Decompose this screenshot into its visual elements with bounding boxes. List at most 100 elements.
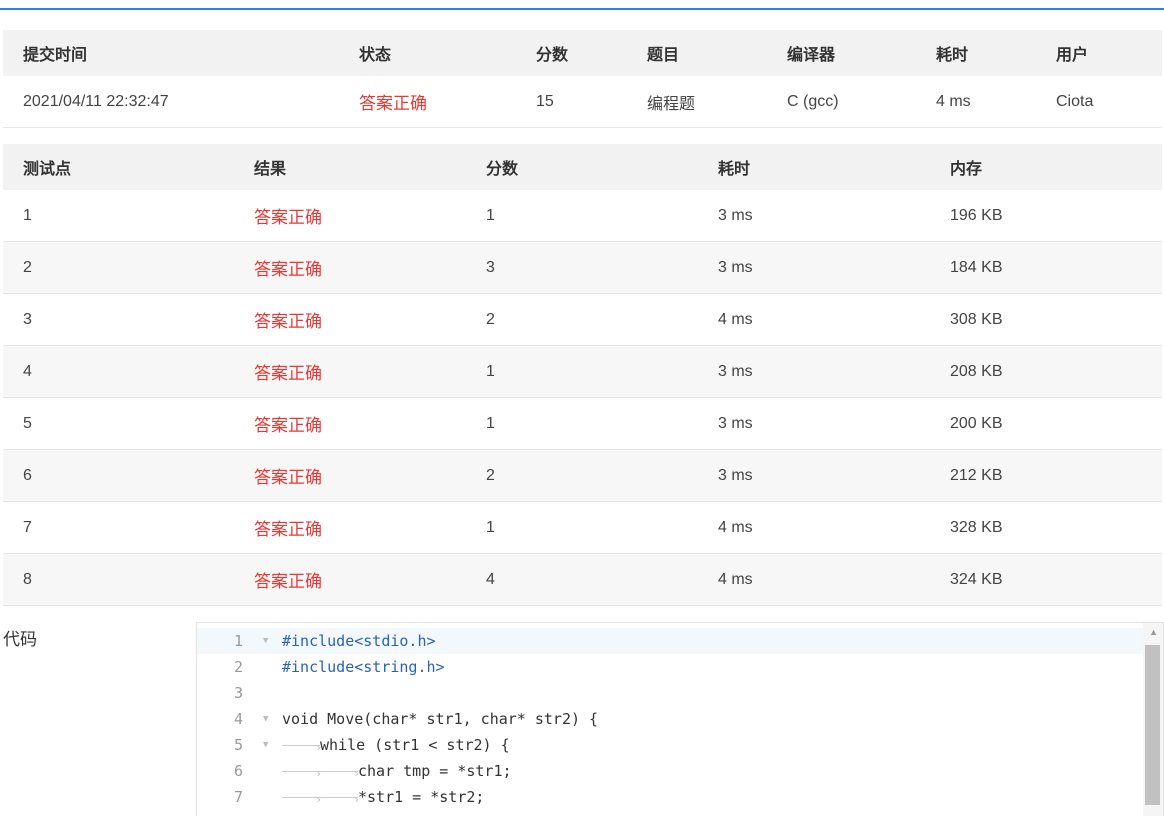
line-number: 4 (233, 710, 243, 728)
case-result: 答案正确 (234, 345, 466, 398)
top-accent-line (0, 8, 1164, 10)
code-line[interactable]: 4 ▼ void Move(char* str1, char* str2) { (197, 706, 1143, 732)
code-line[interactable]: 7 *str1 = *str2; (197, 784, 1143, 813)
case-result: 答案正确 (234, 190, 466, 242)
scrollbar-thumb[interactable] (1145, 645, 1160, 805)
total-score: 15 (516, 76, 627, 128)
case-time: 4 ms (698, 501, 930, 554)
case-time: 3 ms (698, 397, 930, 450)
case-result: 答案正确 (234, 553, 466, 606)
case-id: 3 (3, 293, 234, 346)
case-score: 1 (466, 190, 698, 242)
code-text: void Move(char* str1, char* str2) { (282, 710, 599, 728)
code-editor[interactable]: 1 ▼ #include<stdio.h> 2 #include<string.… (196, 622, 1164, 816)
case-id: 5 (3, 397, 234, 450)
line-number: 1 (233, 632, 243, 650)
case-memory: 308 KB (930, 293, 1162, 346)
indent-guide-icon (282, 735, 322, 761)
case-memory: 212 KB (930, 449, 1162, 502)
case-score: 3 (466, 241, 698, 294)
col-problem: 题目 (627, 30, 767, 76)
case-memory: 200 KB (930, 397, 1162, 450)
code-line[interactable]: 3 (197, 680, 1143, 706)
code-text: char tmp = *str1; (358, 762, 512, 780)
indent-guide-icon (282, 761, 322, 787)
line-number: 7 (233, 788, 243, 806)
fold-arrow-icon[interactable]: ▼ (263, 706, 268, 732)
table-row: 2 答案正确 3 3 ms 184 KB (3, 241, 1162, 294)
col-case-score: 分数 (466, 144, 698, 190)
fold-arrow-icon[interactable]: ▼ (263, 732, 268, 758)
case-id: 4 (3, 345, 234, 398)
submission-row: 2021/04/11 22:32:47 答案正确 15 编程题 C (gcc) … (3, 76, 1162, 128)
case-result: 答案正确 (234, 293, 466, 346)
case-id: 1 (3, 190, 234, 242)
case-result: 答案正确 (234, 501, 466, 554)
total-duration: 4 ms (916, 76, 1036, 128)
case-score: 1 (466, 397, 698, 450)
compiler-name: C (gcc) (767, 76, 916, 128)
col-case-time: 耗时 (698, 144, 930, 190)
indent-guide-icon (282, 787, 322, 813)
case-result: 答案正确 (234, 397, 466, 450)
fold-arrow-icon[interactable]: ▼ (263, 628, 268, 654)
table-row: 1 答案正确 1 3 ms 196 KB (3, 190, 1162, 242)
col-result: 结果 (234, 144, 466, 190)
case-memory: 208 KB (930, 345, 1162, 398)
case-id: 7 (3, 501, 234, 554)
col-compiler: 编译器 (767, 30, 916, 76)
vertical-scrollbar[interactable]: ▲ (1143, 623, 1163, 816)
case-memory: 328 KB (930, 501, 1162, 554)
code-line[interactable]: 5 ▼ while (str1 < str2) { (197, 732, 1143, 761)
code-text: #include<stdio.h> (282, 632, 436, 650)
case-time: 3 ms (698, 345, 930, 398)
problem-link[interactable]: 编程题 (627, 76, 767, 128)
line-number: 2 (233, 658, 243, 676)
case-score: 1 (466, 501, 698, 554)
case-score: 1 (466, 345, 698, 398)
submit-time: 2021/04/11 22:32:47 (3, 76, 339, 128)
code-text: #include<string.h> (282, 658, 445, 676)
table-row: 4 答案正确 1 3 ms 208 KB (3, 345, 1162, 398)
case-memory: 196 KB (930, 190, 1162, 242)
case-result: 答案正确 (234, 241, 466, 294)
line-number: 6 (233, 762, 243, 780)
case-score: 4 (466, 553, 698, 606)
user-link[interactable]: Ciota (1036, 76, 1162, 128)
col-user: 用户 (1036, 30, 1162, 76)
table-row: 6 答案正确 2 3 ms 212 KB (3, 449, 1162, 502)
table-row: 5 答案正确 1 3 ms 200 KB (3, 397, 1162, 450)
line-number: 5 (233, 736, 243, 754)
code-line[interactable]: 6 char tmp = *str1; (197, 758, 1143, 787)
indent-guide-icon (320, 761, 360, 787)
case-score: 2 (466, 293, 698, 346)
code-text: while (str1 < str2) { (320, 736, 510, 754)
line-number: 3 (233, 684, 243, 702)
submission-header-row: 提交时间 状态 分数 题目 编译器 耗时 用户 (3, 30, 1162, 76)
submission-table: 提交时间 状态 分数 题目 编译器 耗时 用户 2021/04/11 22:32… (3, 30, 1162, 128)
code-line[interactable]: 2 #include<string.h> (197, 654, 1143, 680)
case-id: 8 (3, 553, 234, 606)
case-time: 4 ms (698, 553, 930, 606)
col-duration: 耗时 (916, 30, 1036, 76)
col-testcase: 测试点 (3, 144, 234, 190)
case-memory: 184 KB (930, 241, 1162, 294)
table-row: 3 答案正确 2 4 ms 308 KB (3, 293, 1162, 346)
col-status: 状态 (339, 30, 516, 76)
col-submit-time: 提交时间 (3, 30, 339, 76)
case-time: 3 ms (698, 449, 930, 502)
code-text: *str1 = *str2; (358, 788, 485, 806)
case-time: 4 ms (698, 293, 930, 346)
code-line[interactable]: 1 ▼ #include<stdio.h> (197, 628, 1143, 654)
case-time: 3 ms (698, 190, 930, 242)
table-row: 7 答案正确 1 4 ms 328 KB (3, 501, 1162, 554)
case-memory: 324 KB (930, 553, 1162, 606)
status-badge: 答案正确 (339, 76, 516, 128)
testcase-header-row: 测试点 结果 分数 耗时 内存 (3, 144, 1162, 190)
table-row: 8 答案正确 4 4 ms 324 KB (3, 553, 1162, 606)
code-label: 代码 (3, 630, 37, 649)
indent-guide-icon (320, 787, 360, 813)
case-id: 2 (3, 241, 234, 294)
col-memory: 内存 (930, 144, 1162, 190)
scroll-up-arrow-icon[interactable]: ▲ (1149, 627, 1158, 637)
